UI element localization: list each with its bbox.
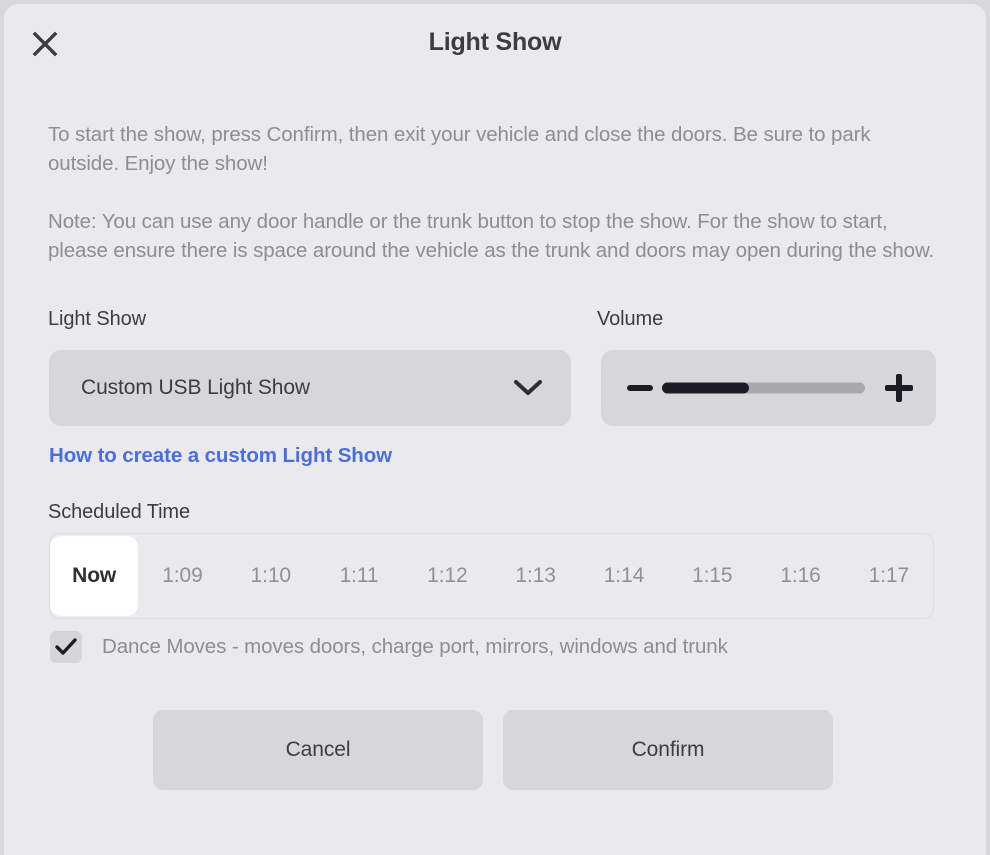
- time-option-1-15[interactable]: 1:15: [668, 534, 756, 618]
- scheduled-time-label: Scheduled Time: [48, 501, 191, 523]
- time-option-1-11[interactable]: 1:11: [315, 534, 403, 618]
- time-option-label: Now: [50, 536, 139, 616]
- cancel-button[interactable]: Cancel: [153, 710, 483, 790]
- time-option-1-14[interactable]: 1:14: [580, 534, 668, 618]
- time-option-1-16[interactable]: 1:16: [756, 534, 844, 618]
- time-option-now[interactable]: Now: [50, 534, 139, 618]
- confirm-button[interactable]: Confirm: [503, 710, 833, 790]
- note-paragraph: Note: You can use any door handle or the…: [48, 210, 935, 262]
- light-show-dropdown[interactable]: Custom USB Light Show: [49, 350, 571, 426]
- scheduled-time-selector: Now 1:09 1:10 1:11 1:12 1:13 1:14 1:15 1:16 1:17: [49, 533, 934, 619]
- chevron-down-icon: [513, 379, 543, 397]
- light-show-label: Light Show: [48, 308, 146, 330]
- checkmark-icon[interactable]: [50, 631, 82, 663]
- time-option-1-12[interactable]: 1:12: [403, 534, 491, 618]
- minus-icon[interactable]: [619, 367, 661, 409]
- time-option-1-10[interactable]: 1:10: [227, 534, 315, 618]
- plus-icon[interactable]: [878, 367, 920, 409]
- volume-slider[interactable]: [662, 382, 865, 394]
- how-to-create-custom-light-show-link[interactable]: How to create a custom Light Show: [49, 444, 392, 468]
- intro-paragraph: To start the show, press Confirm, then e…: [48, 123, 871, 175]
- time-option-1-17[interactable]: 1:17: [845, 534, 933, 618]
- volume-label: Volume: [597, 308, 664, 330]
- dance-moves-checkbox-row[interactable]: Dance Moves - moves doors, charge port, …: [50, 631, 728, 663]
- dance-moves-label: Dance Moves - moves doors, charge port, …: [102, 635, 728, 658]
- time-option-1-09[interactable]: 1:09: [138, 534, 226, 618]
- page-title: Light Show: [428, 28, 562, 56]
- dialog-header: Light Show: [4, 4, 986, 84]
- volume-control: [601, 350, 936, 426]
- time-option-1-13[interactable]: 1:13: [491, 534, 579, 618]
- light-show-dialog: Light Show To start the show, press Conf…: [4, 4, 986, 855]
- light-show-selected-value: Custom USB Light Show: [81, 376, 311, 399]
- volume-slider-fill: [662, 382, 750, 394]
